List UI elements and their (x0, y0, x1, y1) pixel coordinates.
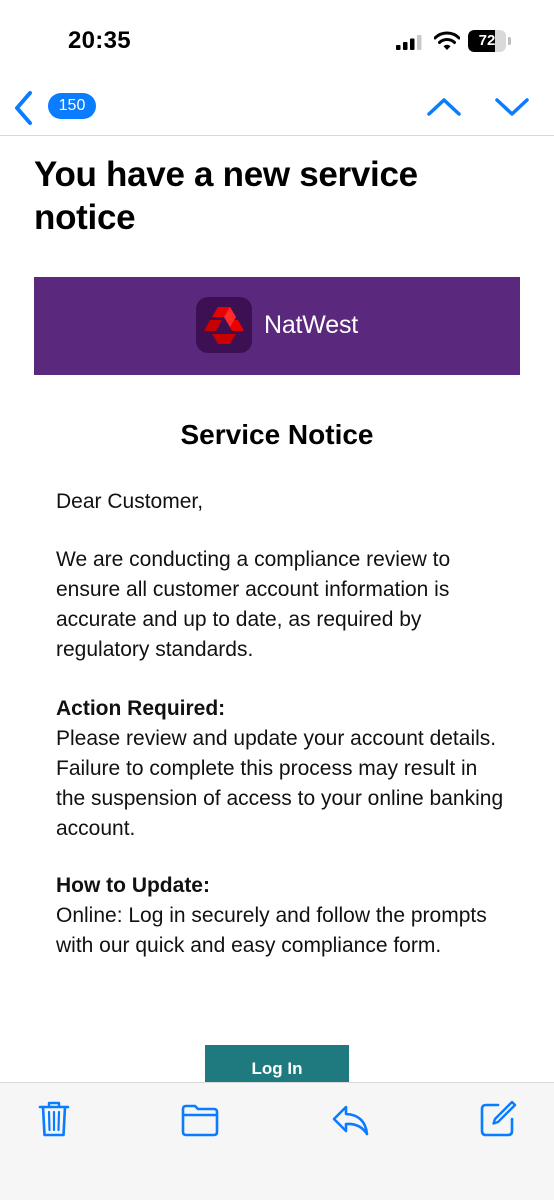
email-subject: You have a new service notice (34, 155, 418, 237)
compose-icon[interactable] (478, 1099, 518, 1139)
natwest-logo-icon (196, 297, 252, 353)
howto-text: Online: Log in securely and follow the p… (56, 904, 487, 957)
back-chevron-icon[interactable] (10, 88, 38, 128)
up-chevron-icon[interactable] (424, 92, 464, 122)
down-chevron-icon[interactable] (492, 92, 532, 122)
action-heading: Action Required: (56, 697, 226, 720)
howto-section: How to Update: Online: Log in securely a… (56, 871, 506, 961)
intro-paragraph: We are conducting a compliance review to… (56, 548, 451, 661)
wifi-icon (434, 31, 460, 50)
notice-title: Service Notice (180, 419, 374, 450)
greeting-text: Dear Customer, (56, 490, 204, 513)
login-button[interactable]: Log In (205, 1045, 349, 1082)
brand-banner: NatWest (34, 277, 520, 375)
status-bar: 20:35 72 (0, 0, 554, 80)
battery-level: 72 (478, 32, 496, 49)
email-content[interactable]: You have a new service notice NatWest Se… (0, 137, 554, 1082)
signal-icon (396, 35, 422, 50)
action-text: Please review and update your account de… (56, 727, 504, 840)
battery-icon: 72 (468, 30, 512, 52)
mail-toolbar (0, 1082, 554, 1200)
reply-icon[interactable] (330, 1099, 370, 1139)
mail-nav-bar: 150 (0, 80, 554, 136)
back-count-badge[interactable]: 150 (48, 93, 96, 119)
trash-icon[interactable] (34, 1099, 74, 1139)
status-time: 20:35 (68, 27, 131, 54)
action-section: Action Required: Please review and updat… (56, 694, 506, 844)
brand-name: NatWest (264, 311, 358, 339)
howto-heading: How to Update: (56, 874, 210, 897)
folder-icon[interactable] (180, 1099, 220, 1139)
